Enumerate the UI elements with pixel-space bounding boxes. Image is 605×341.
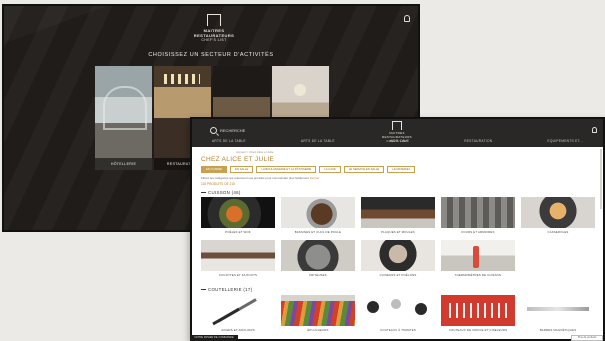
logo-mark-icon xyxy=(207,14,221,26)
product-image xyxy=(441,295,515,326)
product-image xyxy=(441,240,515,271)
filter-chip[interactable]: EN SALLE xyxy=(230,166,254,173)
product-image xyxy=(361,240,435,271)
product-card[interactable]: COUTEAUX À TOMATES xyxy=(361,295,435,339)
nav-item[interactable]: VIDE CAVE xyxy=(390,139,409,143)
category-filters: EN CUISINE EN SALLE LA BOULANGERIE ET LA… xyxy=(201,166,416,173)
product-image xyxy=(201,240,275,271)
cart-bar[interactable]: VOTRE PANIER DE COMMANDE xyxy=(190,335,238,341)
user-icon[interactable] xyxy=(592,127,597,133)
product-card[interactable]: BARRES MAGNÉTIQUES xyxy=(521,295,595,339)
product-image xyxy=(281,240,355,271)
nav-item[interactable]: EQUIPEMENTS ET... xyxy=(547,139,583,143)
page-title: CHEZ ALICE ET JULIE xyxy=(201,156,275,163)
page-headline: CHOISISSEZ UN SECTEUR D'ACTIVITÉS xyxy=(148,52,274,58)
product-card[interactable]: FRITEUSES xyxy=(281,240,355,284)
product-image xyxy=(361,295,435,326)
product-card[interactable]: COUTEAUX DE OFFICE ET CISELEURS xyxy=(441,295,515,339)
product-card[interactable]: PLAQUES ET MOULES xyxy=(361,197,435,241)
filter-chip[interactable]: LE SERVICE EN SALLE xyxy=(343,166,385,173)
filter-chip[interactable]: LA CAVE xyxy=(319,166,341,173)
catalogue-window: RECHERCHE MAITRES RESTAURATEURS CHEF'S L… xyxy=(190,117,605,341)
nav-item[interactable]: ARTS DE LA TABLE xyxy=(212,139,246,143)
product-image xyxy=(201,197,275,228)
close-hint-link[interactable]: Fermer xyxy=(310,176,320,180)
screenshot-stage: MAITRES RESTAURATEURS CHEF'S LIST CHOISI… xyxy=(0,0,605,341)
more-products-button[interactable]: Plus de produits xyxy=(571,335,603,341)
collapse-icon xyxy=(201,289,206,291)
product-image xyxy=(281,197,355,228)
product-card[interactable]: COCOTTES ET FAITOUTS xyxy=(201,240,275,284)
product-card[interactable]: CUISEURS ET POÊLONS xyxy=(361,240,435,284)
product-grid-coutellerie: ACIERS ET AFFILOIRS ÉPLUCHEURS COUTEAUX … xyxy=(201,295,595,339)
section-title-coutellerie[interactable]: COUTELLERIE (17) xyxy=(201,287,252,292)
product-card[interactable]: CASSEROLES xyxy=(521,197,595,241)
collapse-icon xyxy=(201,192,206,194)
section-title-cuisson[interactable]: CUISSON (46) xyxy=(201,190,241,195)
site-logo[interactable]: MAITRES RESTAURATEURS CHEF'S LIST xyxy=(184,14,244,42)
sector-tile-hotellerie[interactable]: HÔTELLERIE xyxy=(95,66,152,170)
product-card[interactable]: POÊLES ET WOK xyxy=(201,197,275,241)
product-card[interactable]: FOURS ET ARMOIRES xyxy=(441,197,515,241)
search-icon[interactable] xyxy=(210,127,217,134)
filter-chip[interactable]: LE MATERIEL xyxy=(387,166,416,173)
user-icon[interactable] xyxy=(404,15,410,22)
filter-hint: Filtrez les catégories qui retiennent vo… xyxy=(201,176,320,180)
product-card[interactable]: ÉPLUCHEURS xyxy=(281,295,355,339)
product-grid-cuisson-row2: COCOTTES ET FAITOUTS FRITEUSES CUISEURS … xyxy=(201,240,595,284)
filter-chip[interactable]: EN CUISINE xyxy=(201,166,228,173)
product-image xyxy=(521,197,595,228)
product-image xyxy=(441,197,515,228)
logo-mark-icon xyxy=(392,121,402,130)
product-card[interactable]: THERMOMÈTRES DE CUISSON xyxy=(441,240,515,284)
breadcrumb[interactable]: Accueil > Chez Alice et Julie xyxy=(236,150,274,154)
product-image xyxy=(521,295,595,326)
site-header: RECHERCHE MAITRES RESTAURATEURS CHEF'S L… xyxy=(192,119,603,147)
product-grid-cuisson: POÊLES ET WOK BASSINES ET CULS DE POULE … xyxy=(201,197,595,241)
product-image xyxy=(361,197,435,228)
product-image xyxy=(281,295,355,326)
filter-chip[interactable]: LA BOULANGERIE ET LA PÂTISSERIE xyxy=(256,166,317,173)
main-nav: ARTS DE LA TABLE ARTS DE LA TABLE VIDE C… xyxy=(192,139,603,143)
product-card[interactable]: ACIERS ET AFFILOIRS xyxy=(201,295,275,339)
search-label[interactable]: RECHERCHE xyxy=(220,128,245,133)
nav-item[interactable]: RESTAURATION xyxy=(464,139,492,143)
nav-item[interactable]: ARTS DE LA TABLE xyxy=(301,139,335,143)
product-image xyxy=(201,295,275,326)
product-card[interactable]: BASSINES ET CULS DE POULE xyxy=(281,197,355,241)
product-count: 118 PRODUITS DE 215 xyxy=(201,182,235,186)
scrollbar[interactable] xyxy=(600,149,602,209)
